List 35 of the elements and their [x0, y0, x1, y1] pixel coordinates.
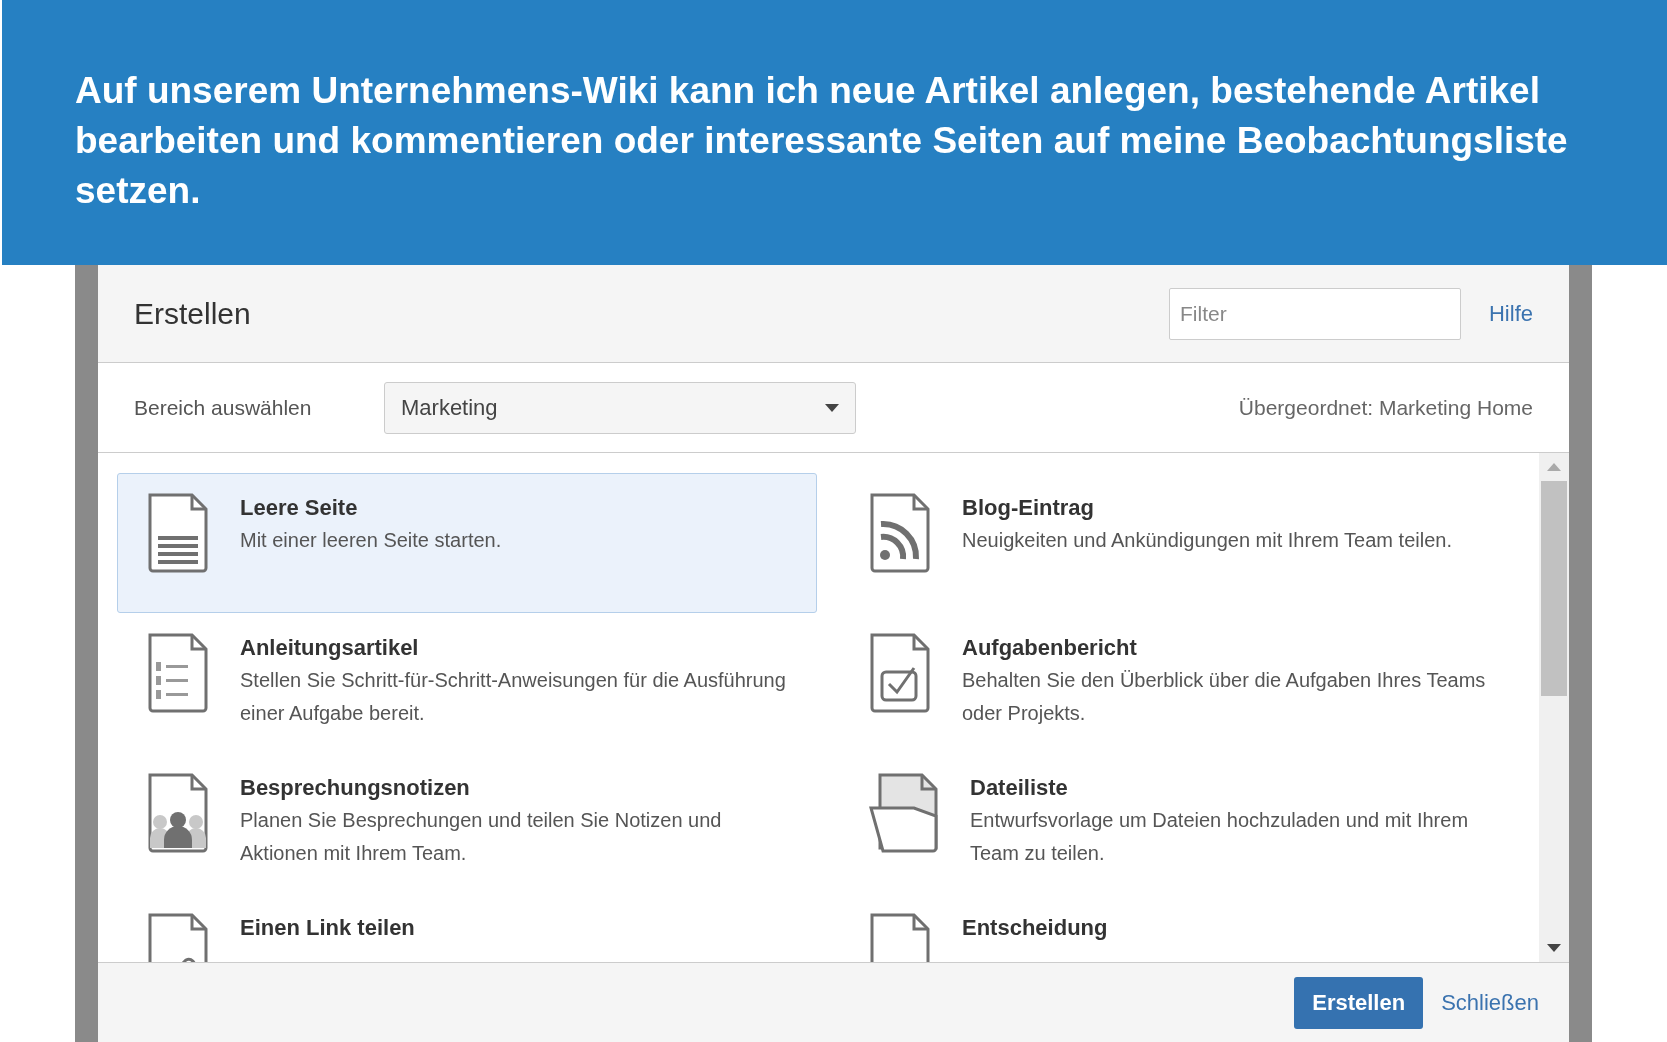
template-description: Planen Sie Besprechungen und teilen Sie Notizen und Aktionen mit Ihrem Team. — [240, 808, 723, 866]
space-label: Bereich auswählen — [134, 394, 313, 421]
parent-page-text: Übergeordnet: Marketing Home — [1238, 394, 1533, 421]
template-title: Entscheidung — [962, 914, 1108, 942]
scrollbar[interactable] — [1539, 453, 1569, 962]
template-description: Mit einer leeren Seite starten. — [240, 528, 502, 553]
caret-icon — [825, 403, 839, 412]
create-button[interactable]: Erstellen — [1294, 976, 1424, 1029]
template-title: Aufgabenbericht — [962, 634, 1138, 662]
template-title: Dateiliste — [970, 774, 1069, 802]
numbered-list-icon — [146, 632, 210, 714]
template-item[interactable]: Leere Seite Mit einer leeren Seite starten. — [117, 473, 817, 613]
template-description: Behalten Sie den Überblick über die Aufgaben Ihres Teams oder Projekts. — [962, 668, 1487, 726]
people-icon — [146, 772, 210, 854]
document-icon — [146, 492, 210, 574]
template-title: Blog-Eintrag — [962, 494, 1095, 522]
help-link[interactable]: Hilfe — [1489, 297, 1533, 330]
template-description: Entwurfsvorlage um Dateien hochzuladen und mit Ihrem Team zu teilen. — [970, 808, 1470, 866]
scrollbar-thumb[interactable] — [1541, 481, 1567, 696]
checkbox-icon — [868, 632, 932, 714]
filter-field[interactable]: Filter — [1169, 287, 1461, 340]
folder-icon — [868, 772, 940, 854]
scroll-down-icon[interactable] — [1547, 944, 1561, 952]
space-dropdown[interactable]: Marketing — [384, 381, 856, 434]
close-link[interactable]: Schließen — [1441, 986, 1539, 1019]
template-title: Besprechungsnotizen — [240, 774, 471, 802]
template-title: Einen Link teilen — [240, 914, 415, 942]
template-description: Neuigkeiten und Ankündigungen mit Ihrem Team teilen. — [962, 528, 1452, 553]
template-title: Anleitungsartikel — [240, 634, 420, 662]
template-title: Leere Seite — [240, 494, 359, 522]
scroll-up-icon[interactable] — [1547, 463, 1561, 471]
dialog-title: Erstellen — [134, 296, 251, 332]
template-description: Stellen Sie Schritt-für-Schritt-Anweisungen für die Ausführung einer Aufgabe bereit. — [240, 668, 787, 726]
banner-text: Auf unserem Unternehmens-Wiki kann ich neue Artikel anlegen, bestehende Artikel bearbeiten und kommentieren oder interessante Seiten auf meine Beobachtungsliste setzen. — [75, 69, 1569, 213]
rss-icon — [868, 492, 932, 574]
